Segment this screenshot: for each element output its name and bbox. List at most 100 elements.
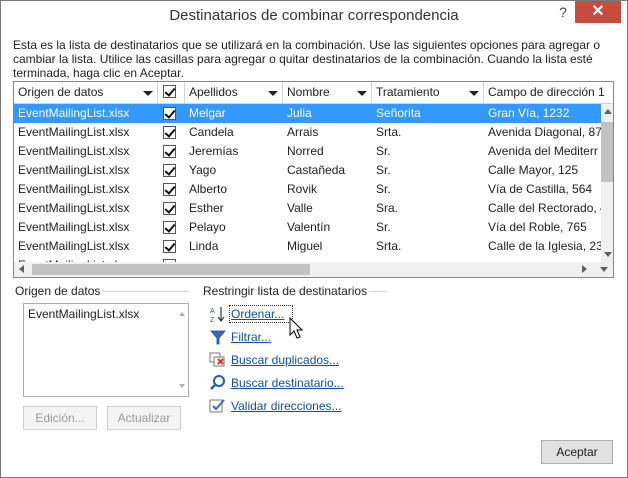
- filter-link[interactable]: Filtrar...: [231, 330, 271, 344]
- horizontal-scroll-thumb[interactable]: [32, 264, 310, 275]
- table-cell: Alberto: [189, 182, 228, 196]
- header-data-source[interactable]: Origen de datos: [14, 82, 158, 104]
- table-cell: Miguel: [287, 239, 323, 253]
- svg-text:Z: Z: [210, 317, 215, 323]
- table-cell: Señorita: [376, 106, 421, 120]
- scroll-left-arrow-icon[interactable]: [19, 265, 24, 273]
- table-cell: Sr.: [376, 220, 391, 234]
- table-row[interactable]: EventMailingList.xlsx Candela Arrais Srta. A…: [14, 123, 602, 142]
- validate-addresses-icon: [209, 399, 225, 413]
- table-cell: Vía del Roble, 765: [488, 220, 587, 234]
- table-row[interactable]: EventMailingList.xlsx Esther Valle Sra. Call…: [14, 199, 604, 218]
- svg-text:A: A: [210, 308, 215, 315]
- row-checkbox-cell: [158, 161, 185, 180]
- table-cell: Rovik: [287, 182, 318, 196]
- table-cell: EventMailingList.xlsx: [18, 182, 130, 196]
- table-cell: Candela: [189, 125, 234, 139]
- table-cell: Esther: [189, 201, 224, 215]
- close-button[interactable]: ✕: [575, 1, 621, 23]
- header-label: Apellidos: [189, 85, 238, 99]
- row-checkbox[interactable]: [163, 240, 176, 253]
- table-cell: Sr.: [376, 144, 391, 158]
- header-campo-direccion[interactable]: Campo de dirección 1: [484, 82, 613, 104]
- chevron-down-icon[interactable]: [357, 91, 367, 96]
- table-cell: Julia: [287, 106, 312, 120]
- refine-group-label: Restringir lista de destinatarios: [201, 284, 370, 298]
- vertical-scroll-thumb[interactable]: [601, 122, 613, 182]
- chevron-down-icon[interactable]: [143, 91, 153, 96]
- vertical-scrollbar[interactable]: [601, 104, 613, 262]
- horizontal-scrollbar[interactable]: [14, 262, 613, 277]
- ok-button[interactable]: Aceptar: [541, 440, 613, 464]
- row-checkbox[interactable]: [163, 126, 176, 139]
- row-checkbox[interactable]: [163, 145, 176, 158]
- edit-button[interactable]: Edición...: [23, 406, 97, 430]
- header-select-all[interactable]: [158, 82, 185, 104]
- row-checkbox-cell: [158, 237, 185, 256]
- header-label: Tratamiento: [376, 85, 440, 99]
- row-checkbox[interactable]: [163, 107, 176, 120]
- header-apellidos[interactable]: Apellidos: [185, 82, 283, 104]
- help-button[interactable]: ?: [553, 4, 573, 24]
- table-row[interactable]: EventMailingList.xlsx Pelayo Valentín Sr. Ví…: [14, 218, 602, 237]
- table-cell: Srta.: [376, 239, 402, 253]
- scroll-right-arrow-icon[interactable]: [582, 265, 587, 273]
- instructions-text: Esta es la lista de destinatarios que se…: [13, 38, 601, 80]
- chevron-down-icon[interactable]: [469, 91, 479, 96]
- table-header: Origen de datos Apellidos Nombre Tratami…: [14, 82, 613, 104]
- row-checkbox[interactable]: [163, 183, 176, 196]
- table-row[interactable]: EventMailingList.xlsx Melgar Julia Señorita…: [14, 104, 602, 123]
- header-tratamiento[interactable]: Tratamiento: [372, 82, 484, 104]
- table-row[interactable]: EventMailingList.xlsx Jeremías Norred Sr. Av…: [14, 142, 602, 161]
- header-label: Origen de datos: [18, 85, 104, 99]
- table-cell: EventMailingList.xlsx: [18, 125, 130, 139]
- table-cell: Valentín: [287, 220, 331, 234]
- sort-link[interactable]: Ordenar...: [231, 307, 284, 321]
- row-checkbox[interactable]: [163, 221, 176, 234]
- row-checkbox-cell: [158, 180, 185, 199]
- scroll-down-arrow-icon: [179, 384, 185, 388]
- find-recipient-link[interactable]: Buscar destinatario...: [231, 376, 344, 390]
- table-cell: Yago: [189, 163, 217, 177]
- chevron-down-icon[interactable]: [268, 91, 278, 96]
- table-cell: EventMailingList.xlsx: [18, 163, 130, 177]
- table-cell: EventMailingList.xlsx: [18, 106, 130, 120]
- row-checkbox-cell: [158, 218, 185, 237]
- table-cell: EventMailingList.xlsx: [18, 144, 130, 158]
- recipients-table: Origen de datos Apellidos Nombre Tratami…: [13, 81, 614, 278]
- validate-addresses-link[interactable]: Validar direcciones...: [231, 399, 342, 413]
- table-row[interactable]: EventMailingList.xlsx Yago Castañeda Sr. Cal…: [14, 161, 602, 180]
- mail-merge-recipients-dialog: Destinatarios de combinar correspondenci…: [0, 0, 628, 478]
- scroll-up-arrow-icon[interactable]: [604, 109, 612, 114]
- table-cell: Sr.: [376, 163, 391, 177]
- row-checkbox-cell: [158, 104, 185, 123]
- row-checkbox-cell: [158, 123, 185, 142]
- datasource-list-item[interactable]: EventMailingList.xlsx: [28, 307, 139, 321]
- scroll-up-arrow-icon: [179, 312, 185, 316]
- table-cell: Norred: [287, 144, 324, 158]
- table-cell: Srta.: [376, 125, 402, 139]
- row-checkbox[interactable]: [163, 202, 176, 215]
- table-cell: Avenida del Mediterr: [488, 144, 598, 158]
- search-icon: [210, 375, 225, 390]
- datasource-list[interactable]: EventMailingList.xlsx: [23, 303, 189, 397]
- scroll-down-arrow-icon[interactable]: [600, 267, 608, 272]
- header-label: Nombre: [287, 85, 330, 99]
- table-row[interactable]: EventMailingList.xlsx Alberto Rovik Sr. Vía …: [14, 180, 602, 199]
- header-nombre[interactable]: Nombre: [283, 82, 372, 104]
- dialog-title: Destinatarios de combinar correspondenci…: [169, 7, 459, 24]
- find-duplicates-link[interactable]: Buscar duplicados...: [231, 353, 339, 367]
- scroll-down-arrow-icon[interactable]: [604, 252, 612, 257]
- refresh-button[interactable]: Actualizar: [107, 406, 181, 430]
- table-cell: Sr.: [376, 182, 391, 196]
- table-cell: Calle de la Iglesia, 23: [488, 239, 603, 253]
- sort-az-icon: A Z: [210, 307, 225, 323]
- table-cell: Avenida Diagonal, 87: [488, 125, 602, 139]
- table-cell: Calle Mayor, 125: [488, 163, 579, 177]
- select-all-checkbox[interactable]: [163, 85, 176, 98]
- row-checkbox-cell: [158, 199, 185, 218]
- table-cell: EventMailingList.xlsx: [18, 201, 130, 215]
- mouse-cursor-icon: [289, 317, 304, 339]
- table-row[interactable]: EventMailingList.xlsx Linda Miguel Srta. Cal…: [14, 237, 603, 256]
- row-checkbox[interactable]: [163, 164, 176, 177]
